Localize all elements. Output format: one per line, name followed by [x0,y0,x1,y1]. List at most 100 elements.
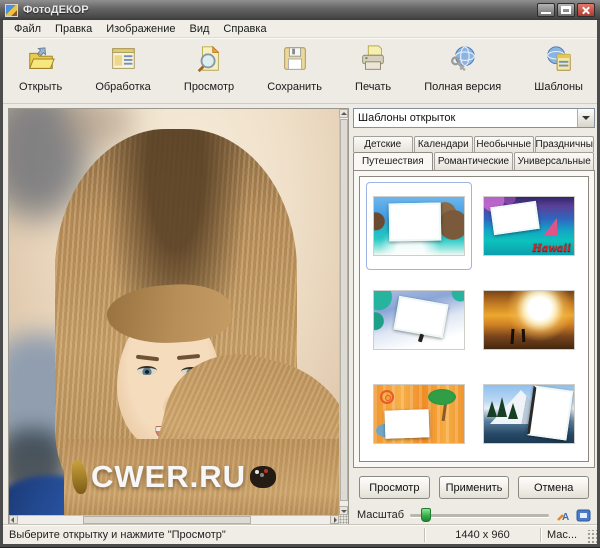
photo-canvas[interactable]: CWER.RU [9,109,339,515]
tree-shape [487,401,497,417]
tab-travel[interactable]: Путешествия [353,152,433,170]
photo-frame-placeholder [393,296,448,338]
watermark: CWER.RU [9,459,339,495]
scrollbar-corner [339,515,348,524]
scroll-right-button[interactable] [330,515,339,524]
template-thumbnail-beach-arch[interactable] [366,182,472,270]
scroll-up-button[interactable] [339,109,348,118]
tab-unusual[interactable]: Необычные [474,136,534,152]
tab-row: Детские Календари Необычные Праздничные [353,136,595,152]
toolbar-label: Просмотр [184,81,234,93]
tab-row: Путешествия Романтические Универсальные [353,152,595,170]
statusbar: Выберите открытку и нажмите "Просмотр" 1… [3,524,597,544]
action-buttons: Просмотр Применить Отмена [359,476,589,499]
template-thumbnail-mountain-lake[interactable] [476,370,582,458]
template-image [373,384,465,444]
tab-children[interactable]: Детские [353,136,413,152]
toolbar-button-save[interactable]: Сохранить [263,42,326,95]
app-icon [5,4,18,17]
arrow-down-icon [341,510,347,513]
post-shape [522,329,526,342]
fit-view-icon[interactable] [576,508,591,523]
client-area: Файл Правка Изображение Вид Справка Откр… [3,20,597,544]
photo-frame-placeholder [389,203,442,242]
menu-item-image[interactable]: Изображение [99,22,182,36]
post-shape [510,329,514,344]
sun-doodle-shape [380,390,394,404]
status-message: Выберите открытку и нажмите "Просмотр" [3,528,424,542]
zoom-text-icon[interactable]: A [555,508,570,523]
toolbar-button-templates[interactable]: Шаблоны [530,42,587,95]
menu-item-edit[interactable]: Правка [48,22,99,36]
menu-item-help[interactable]: Справка [216,22,273,36]
processing-icon [107,44,139,79]
template-thumbnail-sunset[interactable] [476,276,582,364]
full-version-icon [447,44,479,79]
zoom-slider-thumb[interactable] [421,508,431,522]
zoom-slider[interactable] [410,514,549,517]
tree-shape [497,397,507,417]
minimize-icon [541,12,551,14]
vertical-scrollbar[interactable] [339,109,348,515]
tab-universal[interactable]: Универсальные [514,152,594,170]
template-caption: Hawaii [532,243,571,254]
template-tabs: Детские Календари Необычные Праздничные … [353,136,595,170]
template-image: Hawaii [483,196,575,256]
resize-grip[interactable] [586,530,597,544]
menu-item-file[interactable]: Файл [7,22,48,36]
maximize-button[interactable] [557,3,575,17]
toolbar-button-processing[interactable]: Обработка [91,42,154,95]
tab-holidays[interactable]: Праздничные [535,136,595,152]
templates-icon [543,44,575,79]
watermark-mascot-right [250,466,276,488]
tree-shape [508,403,518,419]
template-thumbnail-winter-ski[interactable] [366,276,472,364]
toolbar-button-full-version[interactable]: Полная версия [420,42,505,95]
close-icon [578,4,594,16]
tab-calendars[interactable]: Календари [414,136,474,152]
toolbar-label: Полная версия [424,81,501,93]
arrow-up-icon [341,112,347,115]
apply-button[interactable]: Применить [439,476,510,499]
photo-viewer: CWER.RU [8,108,349,525]
menubar: Файл Правка Изображение Вид Справка [3,20,597,38]
toolbar-button-open[interactable]: Открыть [15,42,66,95]
template-thumbnail-hawaii[interactable]: Hawaii [476,182,582,270]
watermark-text: CWER.RU [91,459,246,495]
template-image [483,384,575,444]
category-dropdown[interactable]: Шаблоны открыток [353,108,595,128]
scroll-left-button[interactable] [9,515,18,524]
arrow-right-icon [334,517,337,523]
watermark-mascot-left [71,460,88,495]
windsurf-sail-shape [544,218,557,235]
template-image [373,290,465,350]
tab-page: Hawaii [353,170,595,468]
horizontal-scrollbar[interactable] [9,515,339,524]
photo-frame-placeholder [385,409,430,439]
app-window: ФотоДЕКОР Файл Правка Изображение Вид Сп… [0,0,600,548]
menu-item-view[interactable]: Вид [183,22,217,36]
preview-button[interactable]: Просмотр [359,476,430,499]
template-thumbnail-summer-palm[interactable] [366,370,472,458]
cancel-button[interactable]: Отмена [518,476,589,499]
minimize-button[interactable] [537,3,555,17]
photo-frame-placeholder [527,385,574,440]
maximize-icon [561,6,571,14]
toolbar-label: Печать [355,81,391,93]
chevron-down-icon[interactable] [577,109,594,127]
window-controls [537,3,595,17]
toolbar-button-preview[interactable]: Просмотр [180,42,238,95]
horizontal-scroll-thumb[interactable] [83,516,251,524]
svg-text:A: A [562,512,569,523]
status-resolution: 1440 x 960 [424,528,540,542]
template-image [373,196,465,256]
scroll-down-button[interactable] [339,506,348,515]
window-title: ФотоДЕКОР [23,4,537,16]
status-zoom-truncated: Мас... [540,528,584,542]
tab-romantic[interactable]: Романтические [434,152,514,170]
toolbar-button-print[interactable]: Печать [351,42,395,95]
toolbar-label: Шаблоны [534,81,583,93]
toolbar-label: Обработка [95,81,150,93]
close-button[interactable] [577,3,595,17]
vertical-scroll-thumb[interactable] [340,119,348,501]
